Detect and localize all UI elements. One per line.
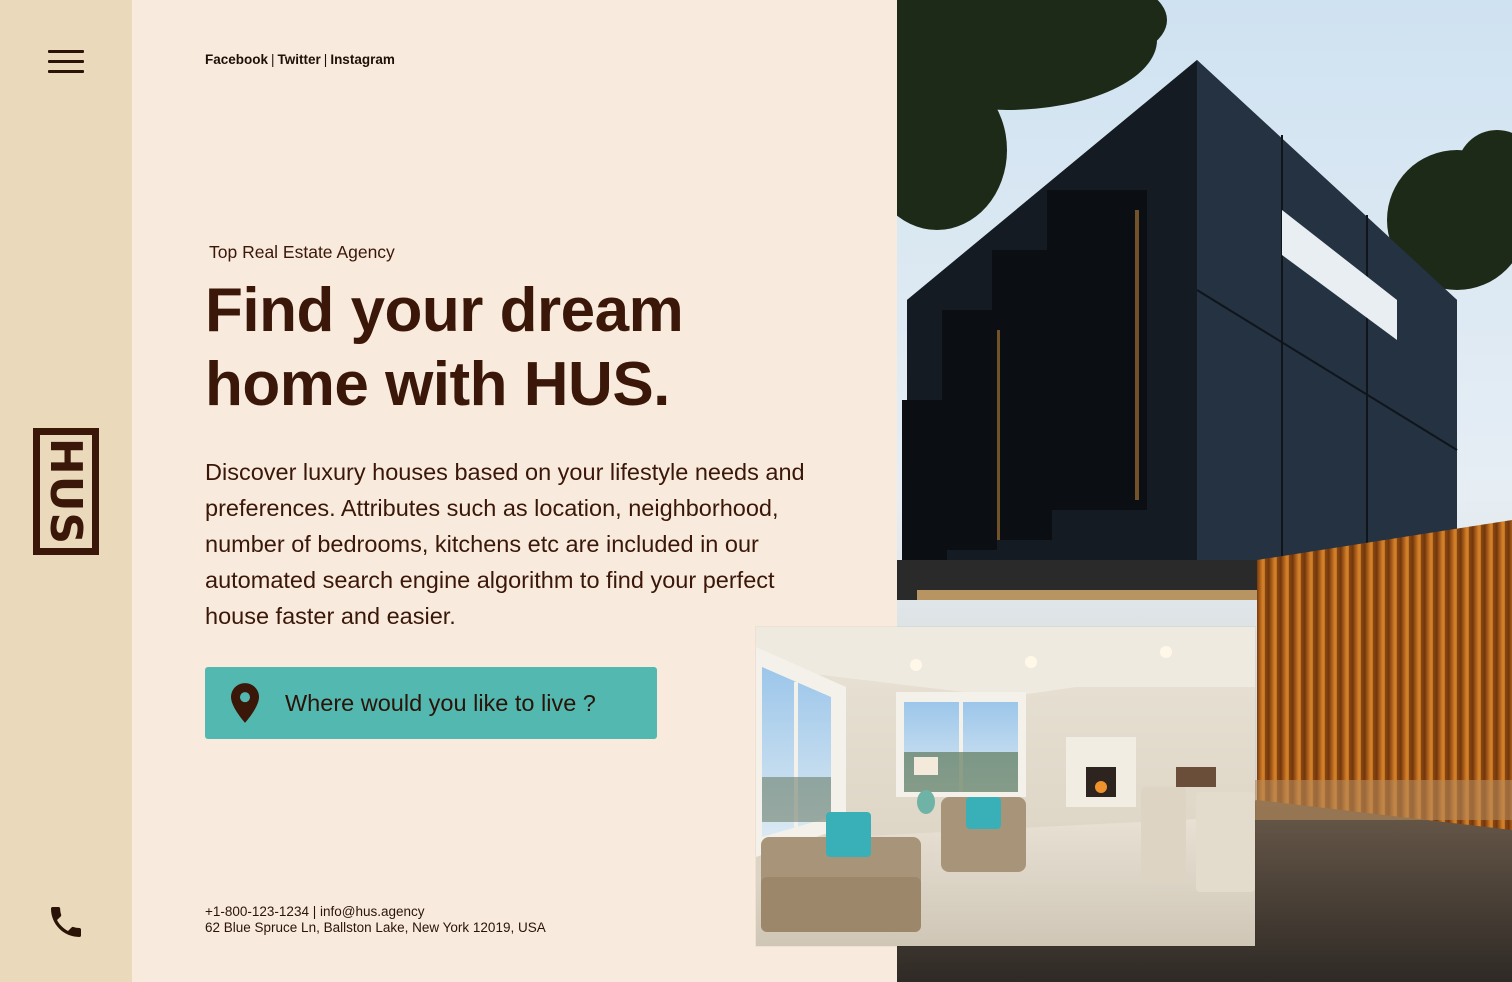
separator: | xyxy=(271,52,275,67)
contact-info: +1-800-123-1234 | info@hus.agency 62 Blu… xyxy=(205,904,546,936)
location-search-input[interactable] xyxy=(285,689,645,717)
side-rail: HUS xyxy=(0,0,132,982)
facebook-link[interactable]: Facebook xyxy=(205,52,268,67)
twitter-link[interactable]: Twitter xyxy=(278,52,321,67)
address: 62 Blue Spruce Ln, Ballston Lake, New Yo… xyxy=(205,920,546,935)
hamburger-menu-icon[interactable] xyxy=(48,50,84,74)
menu-bar xyxy=(48,60,84,63)
menu-bar xyxy=(48,50,84,53)
hero-headline: Find your dream home with HUS. xyxy=(205,274,825,422)
social-links: Facebook | Twitter | Instagram xyxy=(205,52,395,67)
location-pin-icon xyxy=(231,683,259,723)
hus-logo[interactable]: HUS xyxy=(33,428,99,555)
headline-line-2: home with HUS. xyxy=(205,350,670,419)
logo-text: HUS xyxy=(40,437,92,546)
headline-line-1: Find your dream xyxy=(205,276,684,345)
location-search[interactable] xyxy=(205,667,657,739)
menu-bar xyxy=(48,70,84,73)
phone-icon[interactable] xyxy=(46,902,86,942)
separator: | xyxy=(323,52,328,67)
hero-description: Discover luxury houses based on your lif… xyxy=(205,459,805,629)
phone-email: +1-800-123-1234 | info@hus.agency xyxy=(205,904,425,919)
house-interior-image xyxy=(756,627,1255,946)
instagram-link[interactable]: Instagram xyxy=(330,52,395,67)
hero-eyebrow: Top Real Estate Agency xyxy=(209,242,395,262)
